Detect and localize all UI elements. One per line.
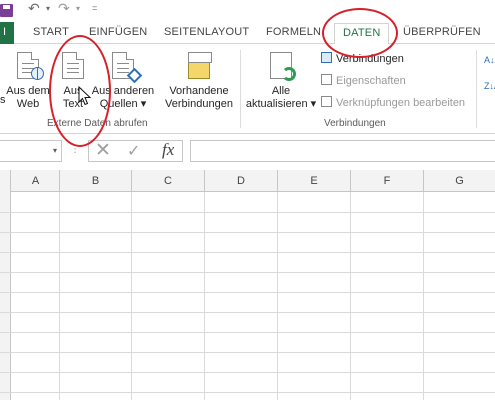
refresh-all-button[interactable]: Alle aktualisieren ▾ [244,52,318,111]
web-document-icon [17,52,44,80]
from-web-label-line1: Aus dem [6,85,50,97]
column-header[interactable]: G [424,170,495,192]
gridline [0,392,495,393]
customize-toolbar-icon[interactable]: = [92,3,97,13]
from-other-label-line1: Aus anderen [91,85,155,97]
existing-label-line1: Vorhandene [169,85,229,97]
existing-label-line2: Verbindungen [165,98,233,110]
formula-bar: ▾ ⋮ ✕ ✓ fx [0,138,495,166]
row-headers[interactable] [0,192,11,400]
edit-links-button[interactable]: Verknüpfungen bearbeiten [321,96,465,110]
gridline [0,272,495,273]
tab-file[interactable]: I [0,22,14,44]
formula-bar-grip-icon[interactable]: ⋮ [70,144,80,155]
from-web-button[interactable]: Aus dem Web [6,52,50,111]
other-sources-icon [112,52,143,84]
undo-icon[interactable]: ↶ [28,0,40,17]
undo-dropdown-icon[interactable]: ▾ [46,4,50,13]
save-icon[interactable] [0,4,13,17]
gridline [350,192,351,400]
properties-label: Eigenschaften [336,75,406,87]
group-separator [240,50,241,128]
formula-input[interactable] [190,140,495,162]
mouse-pointer-icon [78,86,92,106]
quick-access-toolbar: ↶ ▾ ↷ ▾ = [0,0,495,22]
column-header[interactable]: F [351,170,424,192]
column-header[interactable]: B [60,170,132,192]
enter-icon[interactable]: ✓ [127,141,140,161]
edit-links-label: Verknüpfungen bearbeiten [336,97,466,109]
refresh-label-line1: Alle [271,85,291,97]
from-other-sources-button[interactable]: Aus anderen Quellen ▾ [91,52,155,111]
tab-einfuegen[interactable]: EINFÜGEN [89,26,147,38]
name-box-dropdown-icon[interactable]: ▾ [53,146,57,155]
column-header[interactable]: E [278,170,351,192]
group-label-connections: Verbindungen [324,118,386,129]
sort-az-icon[interactable]: A↓Z [484,54,495,66]
tab-ueberpruefen[interactable]: ÜBERPRÜFEN [403,26,481,38]
properties-button[interactable]: Eigenschaften [321,74,406,88]
sort-za-icon[interactable]: Z↓A [484,80,495,92]
edit-links-icon [321,96,332,107]
worksheet-grid[interactable]: A B C D E F G [0,170,495,400]
group-label-external-data: Externe Daten abrufen [47,118,148,129]
sort-icons: A↓Z Z↓A [484,54,495,92]
existing-connections-button[interactable]: Vorhandene Verbindungen [162,52,236,111]
connections-icon [321,52,332,63]
gridline [204,192,205,400]
gridline [0,312,495,313]
gridline [0,252,495,253]
refresh-icon [270,52,296,81]
tab-start[interactable]: START [33,26,69,38]
gridline [277,192,278,400]
properties-icon [321,74,332,85]
truncated-label: s [0,94,6,106]
insert-function-icon[interactable]: fx [162,140,174,160]
from-other-label-line2: Quellen ▾ [99,98,147,110]
gridline [0,212,495,213]
connections-label: Verbindungen [336,53,404,65]
gridline [423,192,424,400]
select-all-corner[interactable] [0,170,11,192]
connections-button[interactable]: Verbindungen [321,52,404,66]
gridline [0,352,495,353]
tab-daten[interactable]: DATEN [334,23,390,45]
gridline [0,232,495,233]
gridline [0,332,495,333]
column-headers: A B C D E F G [0,170,495,192]
gridline [0,292,495,293]
group-separator [476,50,477,128]
ribbon-tabs: I START EINFÜGEN SEITENLAYOUT FORMELN DA… [0,22,495,45]
tab-seitenlayout[interactable]: SEITENLAYOUT [164,26,249,38]
gridline [131,192,132,400]
text-document-icon [62,52,84,79]
gridline [59,192,60,400]
existing-connections-icon [188,52,212,79]
column-header[interactable]: A [12,170,60,192]
redo-dropdown-icon[interactable]: ▾ [76,4,80,13]
redo-icon[interactable]: ↷ [58,0,70,17]
column-header[interactable]: C [132,170,205,192]
tab-formeln[interactable]: FORMELN [266,26,321,38]
refresh-label-line2: aktualisieren ▾ [245,98,317,110]
gridline [0,372,495,373]
column-header[interactable]: D [205,170,278,192]
from-web-label-line2: Web [16,98,40,110]
ribbon: s Aus dem Web Aus Text Aus anderen Quell… [0,44,495,134]
name-box[interactable]: ▾ [0,140,62,162]
cancel-icon[interactable]: ✕ [95,139,111,162]
